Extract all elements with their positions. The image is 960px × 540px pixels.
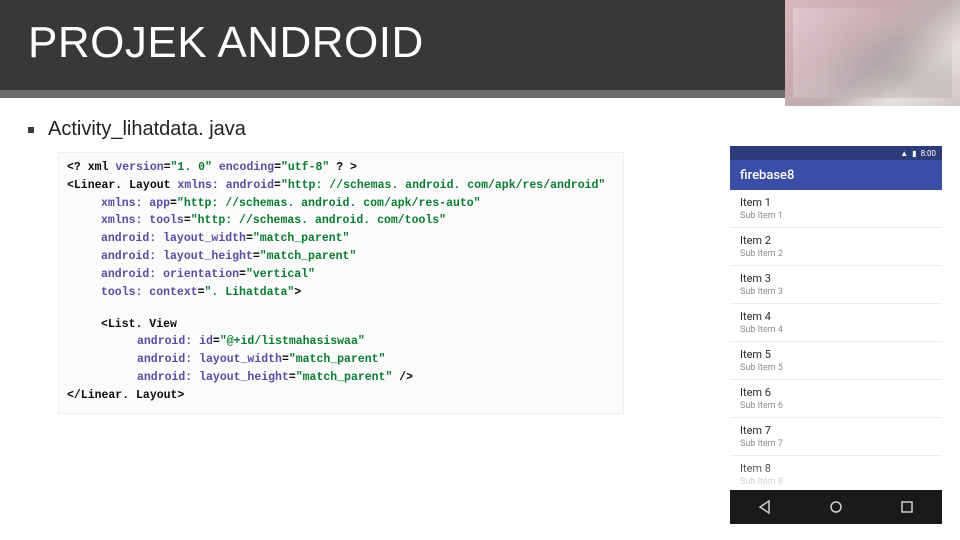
back-icon[interactable] [757, 499, 773, 515]
code-str: "1. 0" [171, 161, 219, 174]
code-text: <Linear. Layout [67, 179, 177, 192]
code-text: = [213, 335, 220, 348]
list-item[interactable]: Item 1 Sub Item 1 [730, 190, 942, 228]
bullet-filename: Activity_lihatdata. java [48, 118, 246, 141]
list-item-title: Item 6 [740, 386, 932, 399]
slide-title: PROJEK ANDROID [28, 18, 424, 68]
list-item[interactable]: Item 4 Sub Item 4 [730, 304, 942, 342]
code-text: <List. View [101, 318, 177, 331]
battery-icon: ▮ [912, 149, 916, 158]
bullet-area: Activity_lihatdata. java [28, 118, 246, 141]
phone-appbar: firebase8 [730, 160, 942, 190]
code-str: "http: //schemas. android. com/tools" [191, 214, 446, 227]
code-text: = [170, 197, 177, 210]
code-attr: xmlns: tools [101, 214, 184, 227]
code-block: <? xml version="1. 0" encoding="utf-8" ?… [58, 152, 624, 414]
header-photo [785, 0, 960, 106]
list-item-subtitle: Sub Item 1 [740, 211, 932, 221]
code-text: </Linear. Layout> [67, 389, 184, 402]
code-text: = [274, 179, 281, 192]
code-text: = [239, 268, 246, 281]
code-attr: android: id [137, 335, 213, 348]
code-text: = [253, 250, 260, 263]
bullet-row: Activity_lihatdata. java [28, 118, 246, 141]
code-str: "match_parent" [253, 232, 350, 245]
code-str: "http: //schemas. android. com/apk/res/a… [281, 179, 605, 192]
code-attr: xmlns: app [101, 197, 170, 210]
code-str: "http: //schemas. android. com/apk/res-a… [177, 197, 481, 210]
code-str: ". Lihatdata" [205, 286, 295, 299]
phone-list[interactable]: Item 1 Sub Item 1 Item 2 Sub Item 2 Item… [730, 190, 942, 490]
code-attr: version [115, 161, 163, 174]
phone-statusbar: ▲ ▮ 8:00 [730, 146, 942, 160]
code-text: = [198, 286, 205, 299]
list-item-title: Item 3 [740, 272, 932, 285]
list-item-title: Item 5 [740, 348, 932, 361]
list-item-title: Item 1 [740, 196, 932, 209]
list-item-subtitle: Sub Item 2 [740, 249, 932, 259]
list-item-title: Item 7 [740, 424, 932, 437]
code-text: = [282, 353, 289, 366]
code-text: = [274, 161, 281, 174]
code-text: <? xml [67, 161, 115, 174]
home-icon[interactable] [828, 499, 844, 515]
code-text: = [164, 161, 171, 174]
list-item-subtitle: Sub Item 5 [740, 363, 932, 373]
code-attr: tools: context [101, 286, 198, 299]
code-text: = [289, 371, 296, 384]
code-str: "utf-8" [281, 161, 336, 174]
list-item-subtitle: Sub Item 8 [740, 477, 932, 487]
code-text: = [246, 232, 253, 245]
code-attr: android: layout_height [137, 371, 289, 384]
status-time: 8:00 [921, 149, 936, 158]
code-attr: android: layout_width [137, 353, 282, 366]
code-attr: encoding [219, 161, 274, 174]
list-item-title: Item 8 [740, 462, 932, 475]
code-attr: android: layout_width [101, 232, 246, 245]
list-item[interactable]: Item 3 Sub Item 3 [730, 266, 942, 304]
phone-preview: ▲ ▮ 8:00 firebase8 Item 1 Sub Item 1 Ite… [730, 146, 942, 524]
code-str: "vertical" [246, 268, 315, 281]
list-item-subtitle: Sub Item 7 [740, 439, 932, 449]
list-item[interactable]: Item 8 Sub Item 8 [730, 456, 942, 490]
list-item[interactable]: Item 5 Sub Item 5 [730, 342, 942, 380]
code-str: "@+id/listmahasiswaa" [220, 335, 365, 348]
phone-navbar [730, 490, 942, 524]
recents-icon[interactable] [899, 499, 915, 515]
list-item[interactable]: Item 6 Sub Item 6 [730, 380, 942, 418]
code-attr: android: layout_height [101, 250, 253, 263]
list-item-title: Item 4 [740, 310, 932, 323]
list-item-title: Item 2 [740, 234, 932, 247]
code-text: = [184, 214, 191, 227]
signal-icon: ▲ [900, 149, 908, 158]
code-text: /> [399, 371, 413, 384]
appbar-title: firebase8 [740, 168, 794, 183]
list-item-subtitle: Sub Item 6 [740, 401, 932, 411]
bullet-dot-icon [28, 127, 34, 133]
list-item[interactable]: Item 7 Sub Item 7 [730, 418, 942, 456]
list-item[interactable]: Item 2 Sub Item 2 [730, 228, 942, 266]
list-item-subtitle: Sub Item 3 [740, 287, 932, 297]
list-item-subtitle: Sub Item 4 [740, 325, 932, 335]
code-attr: android: orientation [101, 268, 239, 281]
code-text: ? > [336, 161, 357, 174]
code-str: "match_parent" [260, 250, 357, 263]
code-attr: xmlns: android [177, 179, 274, 192]
code-str: "match_parent" [289, 353, 386, 366]
code-text: > [294, 286, 301, 299]
code-str: "match_parent" [296, 371, 400, 384]
